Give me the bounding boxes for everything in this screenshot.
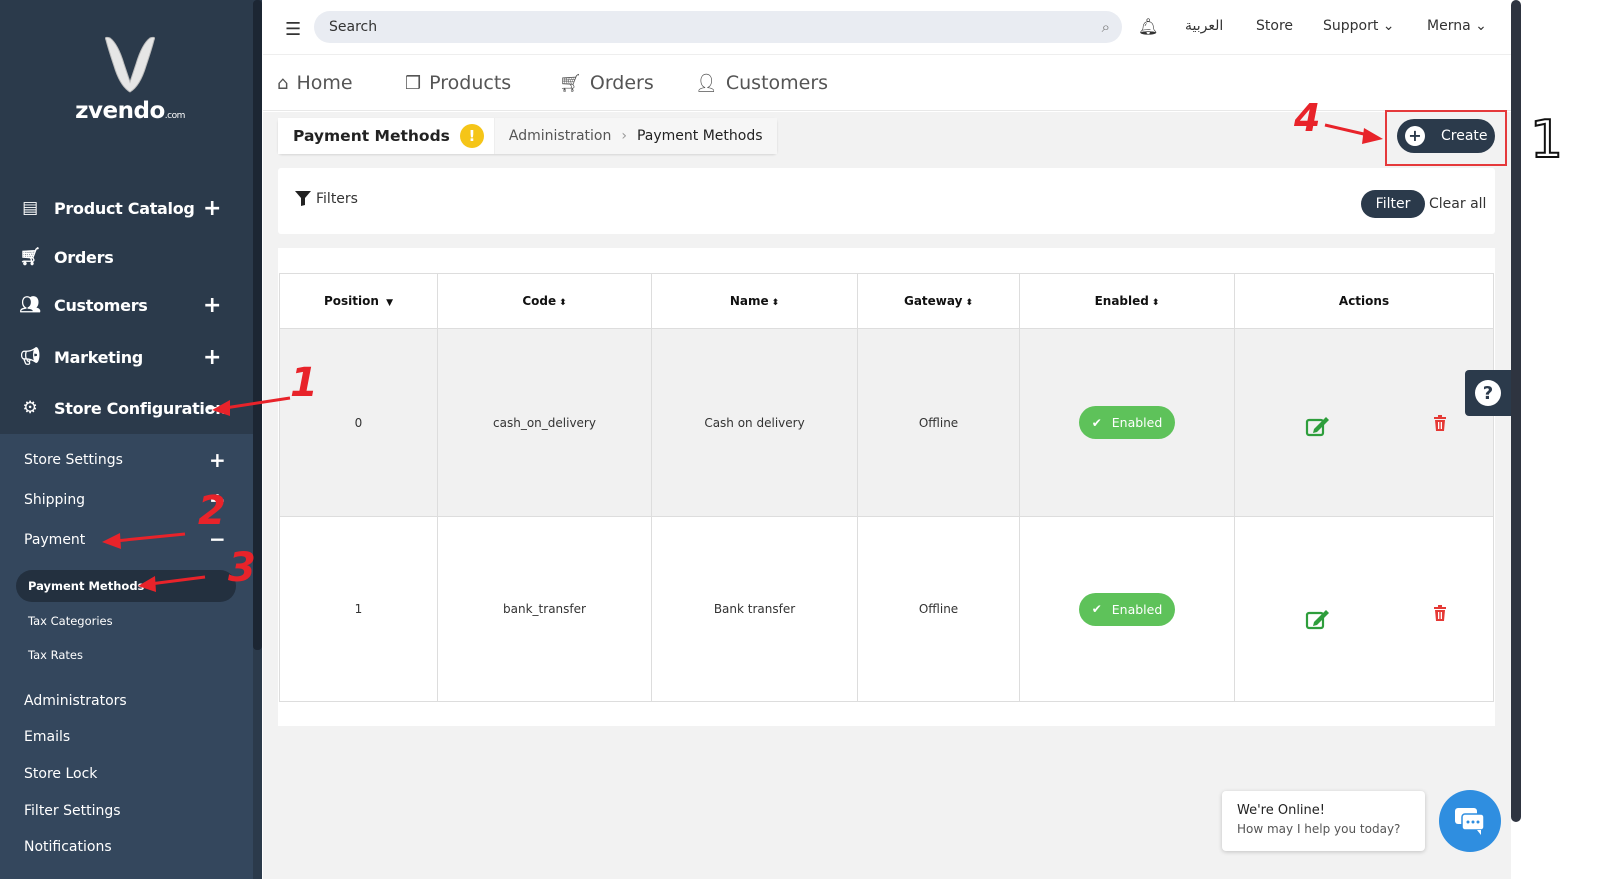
annotation-number: 2 [198, 488, 226, 534]
annotation-number: 3 [228, 545, 256, 591]
annotation-arrows [102, 123, 1383, 592]
annotation-number: 1 [290, 360, 318, 406]
annotation-number: 4 [1294, 96, 1321, 140]
step-number: 1 [1529, 109, 1564, 171]
